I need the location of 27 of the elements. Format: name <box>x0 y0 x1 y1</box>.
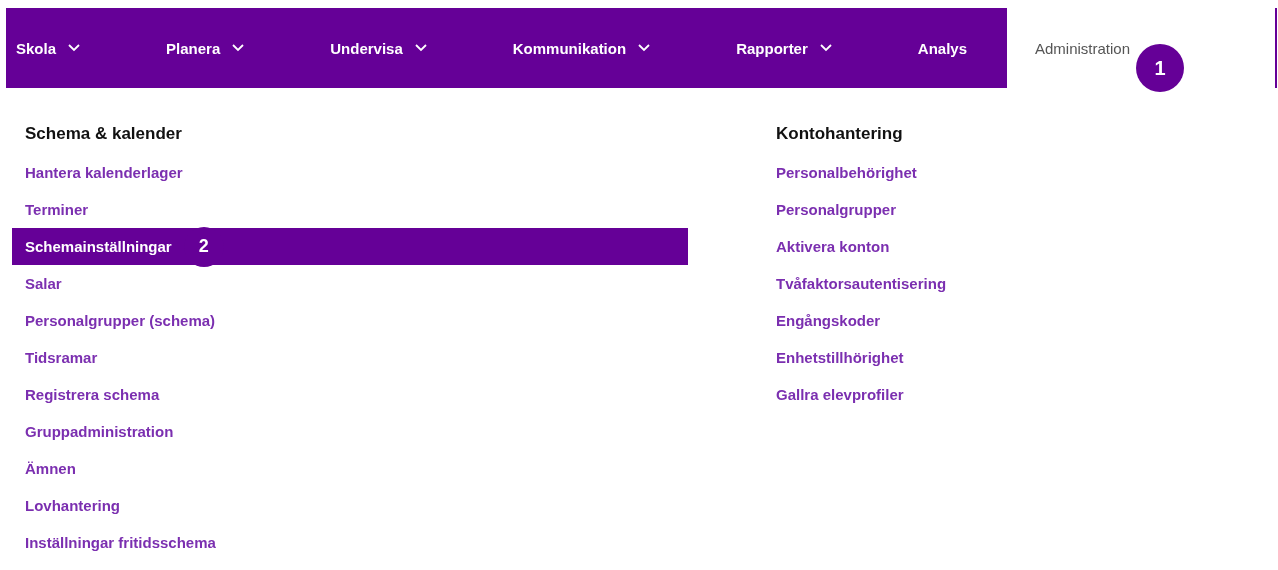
nav-tab[interactable]: Planera <box>156 8 321 88</box>
section-heading: Schema & kalender <box>25 124 183 144</box>
menu-link[interactable]: Personalgrupper <box>763 191 947 228</box>
nav-tab[interactable]: Undervisa <box>320 8 503 88</box>
menu-link[interactable]: Ämnen <box>12 450 688 487</box>
menu-link[interactable]: Registrera schema <box>12 376 688 413</box>
menu-link[interactable]: Tidsramar <box>12 339 688 376</box>
section-heading: Kontohantering <box>776 124 904 144</box>
menu-link[interactable]: Aktivera konton <box>763 228 947 265</box>
nav-tab[interactable]: Rapporter <box>726 8 908 88</box>
menu-link[interactable]: Engångskoder <box>763 302 947 339</box>
menu-link[interactable]: Personalgrupper (schema) <box>12 302 688 339</box>
menu-link[interactable]: Personalbehörighet <box>763 154 947 191</box>
menu-link[interactable]: Lovhantering <box>12 487 688 524</box>
menu-link[interactable]: Inställningar fritidsschema <box>12 524 688 561</box>
menu-link[interactable]: Tvåfaktorsautentisering <box>763 265 947 302</box>
menu-link[interactable]: Enhetstillhörighet <box>763 339 947 376</box>
nav-tab[interactable]: Skola <box>6 8 157 88</box>
menu-link[interactable]: Gruppadministration <box>12 413 688 450</box>
menu-link[interactable]: Schemainställningar 2 <box>12 228 688 265</box>
nav-tab[interactable]: Kommunikation <box>502 8 727 88</box>
nav-tab[interactable]: Analys <box>907 8 1007 88</box>
callout-badge: 1 <box>1136 44 1185 92</box>
menu-link[interactable]: Gallra elevprofiler <box>763 376 947 413</box>
menu-link[interactable]: Terminer <box>12 191 688 228</box>
menu-link[interactable]: Hantera kalenderlager <box>12 154 688 191</box>
menu-link[interactable]: Salar <box>12 265 688 302</box>
